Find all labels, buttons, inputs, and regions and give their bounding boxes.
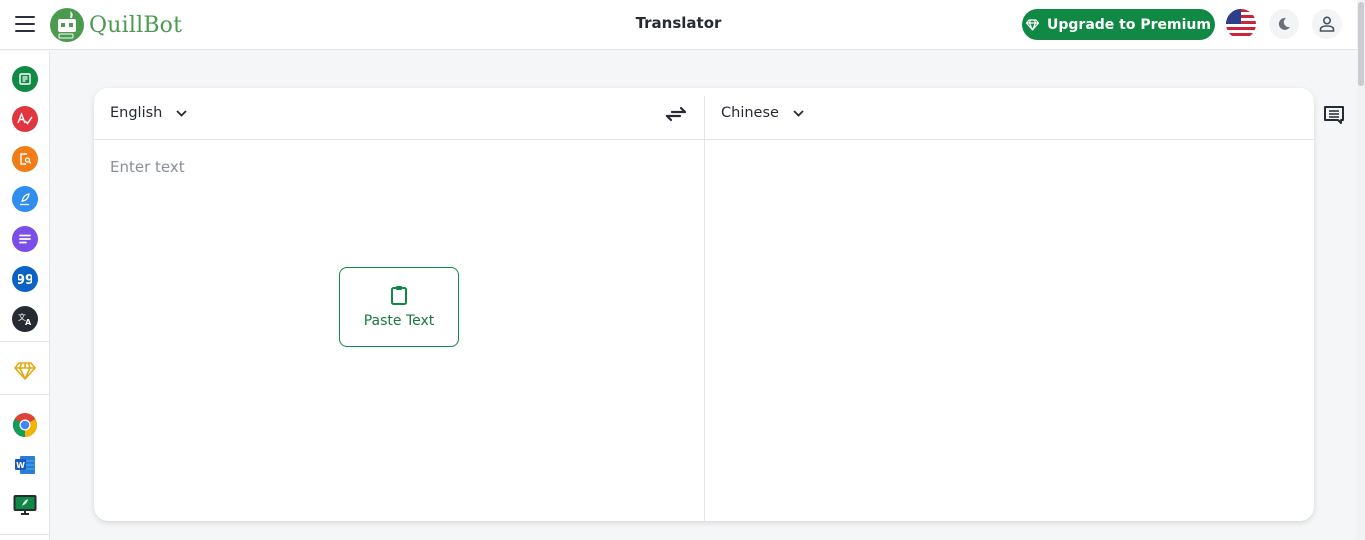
page-title: Translator [635,14,722,32]
source-language-label: English [110,105,163,121]
sidebar-item-premium[interactable] [12,358,38,384]
sidebar-divider [0,394,49,395]
upgrade-label: Upgrade to Premium [1047,16,1211,33]
sidebar-item-grammar-checker[interactable] [12,106,38,132]
diamond-icon [14,362,36,380]
top-bar: QuillBot Translator Upgrade to Premium [0,0,1357,50]
sidebar-divider [0,341,49,342]
word-icon: W [15,456,35,474]
brand-name: QuillBot [89,12,183,38]
swap-languages-button[interactable] [664,103,688,125]
dark-mode-toggle[interactable] [1269,9,1299,39]
sidebar-item-co-writer[interactable] [12,186,38,212]
feedback-icon[interactable] [1323,105,1345,125]
moon-icon [1278,17,1290,30]
svg-text:A: A [25,318,32,326]
quote-icon: 99 [18,273,32,286]
target-language-select[interactable]: Chinese [721,105,804,121]
svg-text:99: 99 [18,273,32,286]
sidebar-item-translator[interactable]: 文 A [12,306,38,332]
translation-output [705,141,1314,521]
sidebar-item-desktop-app[interactable] [12,492,38,518]
us-flag-icon[interactable] [1226,9,1256,39]
account-button[interactable] [1312,9,1342,39]
swap-icon [665,106,687,122]
page-scrollbar-thumb[interactable] [1358,2,1364,86]
sidebar: 99 文 A W [0,51,50,540]
menu-icon[interactable] [15,16,35,32]
upgrade-premium-button[interactable]: Upgrade to Premium [1022,9,1215,40]
chevron-down-icon [176,109,187,117]
sidebar-item-chrome-extension[interactable] [12,412,38,438]
translator-card: English Chinese Paste Text [94,88,1314,521]
desktop-icon [13,495,37,515]
user-icon [1319,16,1335,32]
clipboard-icon [391,286,407,305]
plagiarism-icon [20,153,32,165]
sidebar-item-summarizer[interactable] [12,226,38,252]
summarizer-icon [19,234,31,244]
sidebar-item-word-addin[interactable]: W [12,452,38,478]
sidebar-item-paraphraser[interactable] [12,66,38,92]
chrome-icon [12,413,38,437]
paste-text-label: Paste Text [363,313,435,329]
quillbot-logo[interactable]: QuillBot [50,8,182,42]
diamond-icon [1026,18,1040,31]
source-language-select[interactable]: English [110,105,187,121]
quill-icon [20,193,30,206]
translate-icon: 文 A [18,312,32,326]
sidebar-item-plagiarism-checker[interactable] [12,146,38,172]
svg-text:W: W [16,461,25,470]
chevron-down-icon [793,109,804,117]
paraphraser-icon [19,73,31,85]
grammar-check-icon [17,112,33,125]
sidebar-item-citation-generator[interactable]: 99 [12,266,38,292]
quillbot-bot-icon [50,8,84,42]
sidebar-divider [0,534,49,535]
target-language-label: Chinese [721,105,779,121]
paste-text-button[interactable]: Paste Text [339,267,459,347]
